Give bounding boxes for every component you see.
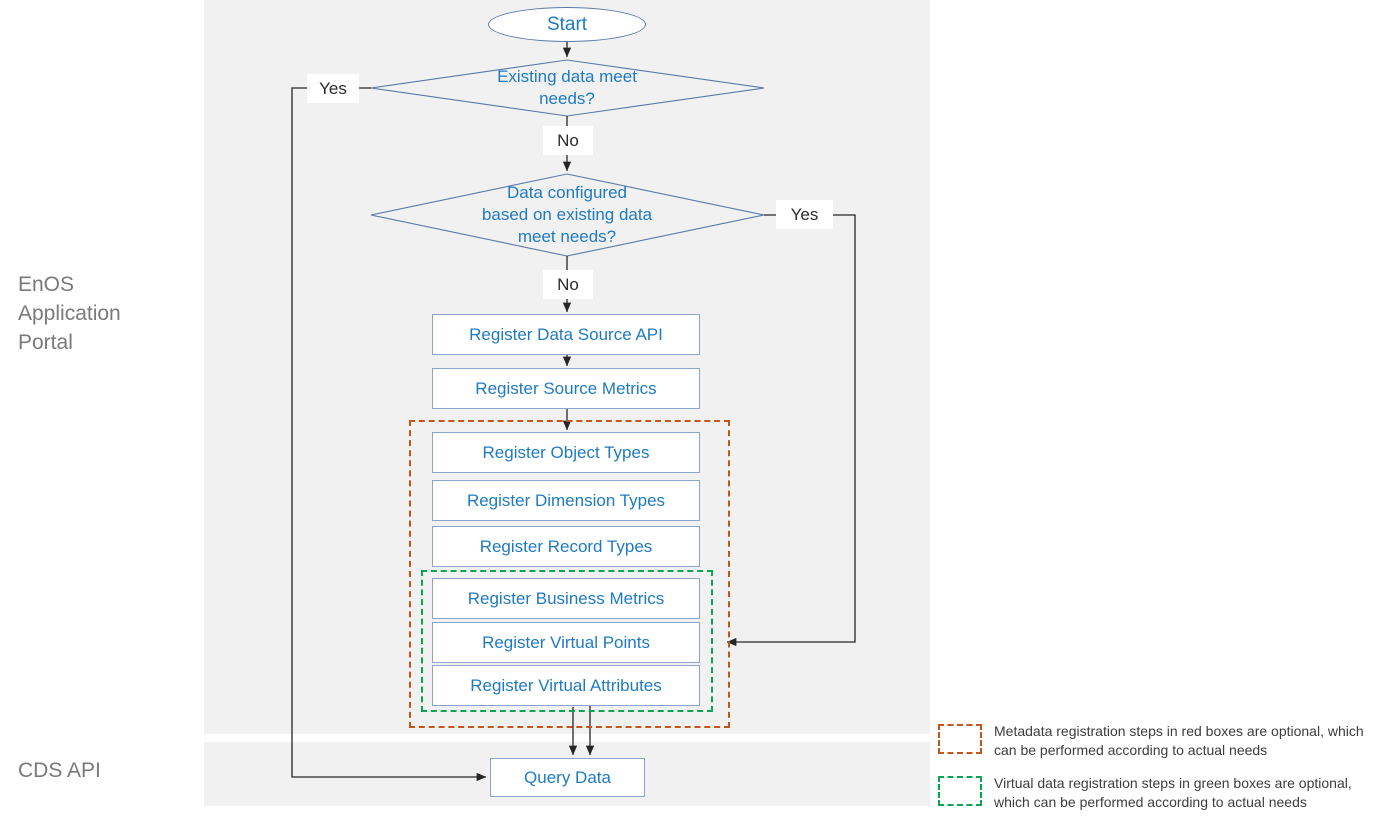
branch-label-d2-no: No [543,270,593,299]
branch-label-d1-no: No [543,126,593,155]
node-label: Register Data Source API [469,324,663,344]
node-register-virtual-points[interactable]: Register Virtual Points [432,622,700,663]
node-label: Query Data [524,767,611,787]
legend-text-virtual: Virtual data registration steps in green… [994,775,1352,810]
legend-item-metadata: Metadata registration steps in red boxes… [938,722,1378,760]
node-register-business-metrics[interactable]: Register Business Metrics [432,578,700,619]
node-label: Register Object Types [482,442,650,462]
node-label: Register Virtual Attributes [470,675,662,695]
node-start[interactable]: Start [488,7,646,42]
node-query-data[interactable]: Query Data [490,758,645,797]
node-register-object-types[interactable]: Register Object Types [432,432,700,473]
node-label: Register Source Metrics [475,378,657,398]
node-register-dimension-types[interactable]: Register Dimension Types [432,480,700,521]
decision-1-label: Existing data meet needs? [497,67,637,108]
node-register-virtual-attributes[interactable]: Register Virtual Attributes [432,665,700,706]
node-label: Register Virtual Points [482,632,650,652]
node-register-source-metrics[interactable]: Register Source Metrics [432,368,700,409]
node-register-data-source-api[interactable]: Register Data Source API [432,314,700,355]
branch-label-d2-yes: Yes [776,200,833,229]
node-label: Register Record Types [479,536,653,556]
decision-2-label: Data configured based on existing data m… [481,183,653,246]
swimlane-title-cds: CDS API [18,759,101,782]
legend: Metadata registration steps in red boxes… [938,722,1378,826]
node-register-record-types[interactable]: Register Record Types [432,526,700,567]
legend-text-metadata: Metadata registration steps in red boxes… [994,723,1364,758]
node-label: Register Business Metrics [467,588,665,608]
legend-swatch-red-dashed-box [938,724,982,754]
node-label: Register Dimension Types [466,490,666,510]
legend-swatch-green-dashed-box [938,776,982,806]
swimlane-title-portal: EnOS Application Portal [18,273,121,354]
node-start-label: Start [546,13,588,35]
legend-item-virtual: Virtual data registration steps in green… [938,774,1378,812]
branch-label-d1-yes: Yes [307,74,359,103]
flowchart-canvas: EnOS Application Portal CDS API Start Ex… [0,0,1386,810]
